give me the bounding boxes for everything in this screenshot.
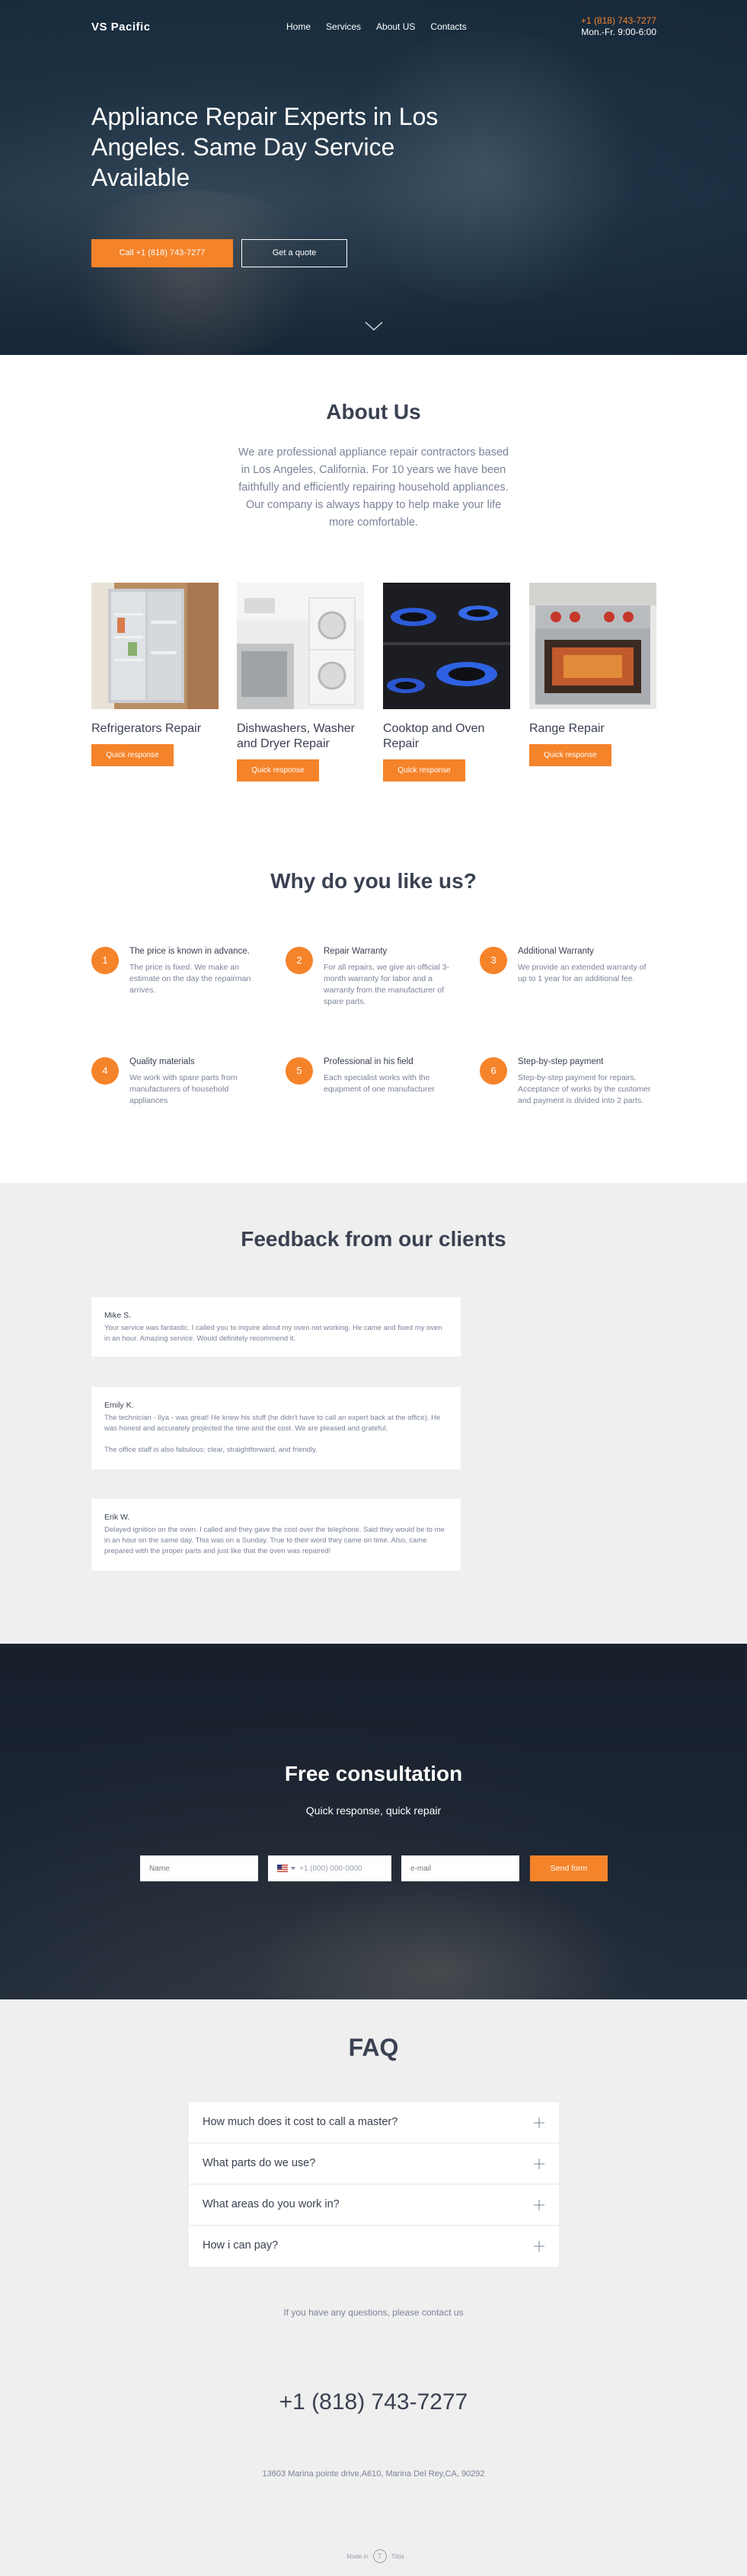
feature-text: Step-by-step payment for repairs. Accept… [518, 1073, 651, 1105]
quick-response-button[interactable]: Quick response [237, 759, 319, 781]
feature-text: We provide an extended warranty of up to… [518, 963, 646, 983]
contact-prompt: If you have any questions, please contac… [283, 2307, 464, 2318]
consultation-section: Free consultation Quick response, quick … [0, 1644, 747, 1999]
review-text-extra: The office staff is also fabulous: clear… [104, 1446, 318, 1454]
page: VS Pacific Home Services About US Contac… [0, 0, 747, 2576]
feedback-title: Feedback from our clients [241, 1227, 506, 1251]
faq-question: How i can pay? [203, 2239, 279, 2252]
quick-response-button[interactable]: Quick response [91, 744, 174, 766]
feature-title: Step-by-step payment [518, 1057, 604, 1066]
refrigerator-photo [91, 583, 219, 709]
feature-title: Additional Warranty [518, 947, 594, 956]
service-name: Range Repair [529, 722, 605, 735]
range-photo [529, 583, 656, 709]
faq-section: FAQ How much does it cost to call a mast… [0, 1999, 747, 2576]
nav-item-contacts[interactable]: Contacts [430, 21, 466, 32]
call-button[interactable]: Call +1 (818) 743-7277 [91, 239, 233, 267]
cooktop-photo [383, 583, 510, 709]
footer-address: 13603 Marina pointe drive,A610, Marina D… [262, 2469, 485, 2479]
nav-item-home[interactable]: Home [286, 21, 311, 32]
review-author: Mike S. [104, 1311, 132, 1320]
faq-question: How much does it cost to call a master? [203, 2116, 398, 2128]
plus-icon[interactable] [533, 2199, 545, 2211]
faq-item[interactable]: What parts do we use? [189, 2143, 559, 2184]
main-nav: Home Services About US Contacts [286, 21, 467, 32]
feature-text: We work with spare parts from manufactur… [129, 1073, 238, 1105]
washer-dryer-photo [237, 583, 364, 709]
hero-background-glow [46, 190, 335, 355]
nav-item-services[interactable]: Services [326, 21, 361, 32]
about-title: About Us [326, 400, 421, 423]
review-text: Delayed ignition on the oven. I called a… [104, 1526, 445, 1555]
email-input[interactable] [401, 1855, 519, 1881]
feature-text: The price is fixed. We make an estimate … [129, 963, 251, 995]
faq-question: What parts do we use? [203, 2157, 316, 2169]
caret-down-icon [291, 1867, 295, 1870]
name-input[interactable] [140, 1855, 258, 1881]
faq-question: What areas do you work in? [203, 2198, 340, 2210]
feedback-section: Feedback from our clients Mike S. Your s… [0, 1183, 747, 1644]
header-hours: Mon.-Fr. 9:00-6:00 [581, 27, 656, 37]
feature-number-badge: 2 [286, 947, 313, 974]
feature-title: Professional in his field [324, 1057, 413, 1066]
phone-input[interactable]: +1 (000) 000-0000 [268, 1855, 391, 1881]
consultation-title: Free consultation [284, 1762, 463, 1785]
send-form-button[interactable]: Send form [530, 1855, 608, 1881]
get-quote-button[interactable]: Get a quote [241, 239, 347, 267]
service-name: Dishwashers, Washer and Dryer Repair [237, 722, 356, 750]
review-card: Mike S. Your service was fantastic. I ca… [91, 1297, 461, 1357]
feature-title: Repair Warranty [324, 947, 388, 956]
phone-placeholder: +1 (000) 000-0000 [299, 1864, 362, 1873]
service-card: Cooktop and Oven Repair Quick response [383, 583, 510, 781]
us-flag-icon[interactable] [277, 1865, 288, 1872]
tilda-logo-icon: T [372, 2549, 387, 2563]
consultation-background-image [251, 1872, 632, 1999]
consultation-subtitle: Quick response, quick repair [305, 1804, 442, 1817]
review-text: The technician - Ilya - was great! He kn… [104, 1414, 441, 1433]
feature-number-badge: 6 [480, 1057, 507, 1085]
service-card: Dishwashers, Washer and Dryer Repair Qui… [237, 583, 364, 781]
faq-item[interactable]: How much does it cost to call a master? [189, 2102, 559, 2143]
faq-list: How much does it cost to call a master? … [189, 2102, 559, 2267]
why-title: Why do you like us? [270, 869, 477, 893]
review-card: Emily K. The technician - Ilya - was gre… [91, 1387, 461, 1469]
service-card: Range Repair Quick response [529, 583, 656, 766]
feature-title: Quality materials [129, 1057, 195, 1066]
quick-response-button[interactable]: Quick response [383, 759, 465, 781]
review-author: Emily K. [104, 1401, 134, 1410]
plus-icon[interactable] [533, 2240, 545, 2252]
header-phone[interactable]: +1 (818) 743-7277 [581, 15, 656, 26]
feature-number-badge: 4 [91, 1057, 119, 1085]
review-text: Your service was fantastic. I called you… [104, 1324, 442, 1343]
footer-phone[interactable]: +1 (818) 743-7277 [0, 2389, 747, 2415]
nav-item-about-us[interactable]: About US [376, 21, 415, 32]
service-name: Refrigerators Repair [91, 722, 202, 735]
plus-icon[interactable] [533, 2117, 545, 2129]
faq-title: FAQ [348, 2034, 399, 2061]
feature-title: The price is known in advance. [129, 947, 250, 956]
faq-item[interactable]: How i can pay? [189, 2226, 559, 2267]
feature-number-badge: 5 [286, 1057, 313, 1085]
feature-text: For all repairs, we give an official 3-m… [324, 963, 449, 1006]
made-in-tilda-badge[interactable]: Made in T Tilda [337, 2548, 413, 2565]
feature-number-badge: 3 [480, 947, 507, 974]
site-logo[interactable]: VS Pacific [91, 21, 151, 34]
hero-section: VS Pacific Home Services About US Contac… [0, 0, 747, 355]
service-card: Refrigerators Repair Quick response [91, 583, 219, 766]
plus-icon[interactable] [533, 2158, 545, 2170]
chevron-down-icon[interactable] [364, 320, 384, 332]
hero-title: Appliance Repair Experts in Los Angeles.… [91, 103, 439, 191]
header-contact: +1 (818) 743-7277 Mon.-Fr. 9:00-6:00 [581, 15, 656, 38]
feature-number-badge: 1 [91, 947, 119, 974]
tilda-label: Tilda [391, 2552, 404, 2560]
feature-text: Each specialist works with the equipment… [324, 1073, 435, 1094]
review-author: Erik W. [104, 1513, 130, 1522]
made-in-label: Made in [346, 2552, 369, 2560]
about-text: We are professional appliance repair con… [238, 446, 509, 529]
quick-response-button[interactable]: Quick response [529, 744, 611, 766]
faq-item[interactable]: What areas do you work in? [189, 2184, 559, 2226]
review-card: Erik W. Delayed ignition on the oven. I … [91, 1499, 461, 1571]
service-name: Cooktop and Oven Repair [383, 722, 485, 750]
